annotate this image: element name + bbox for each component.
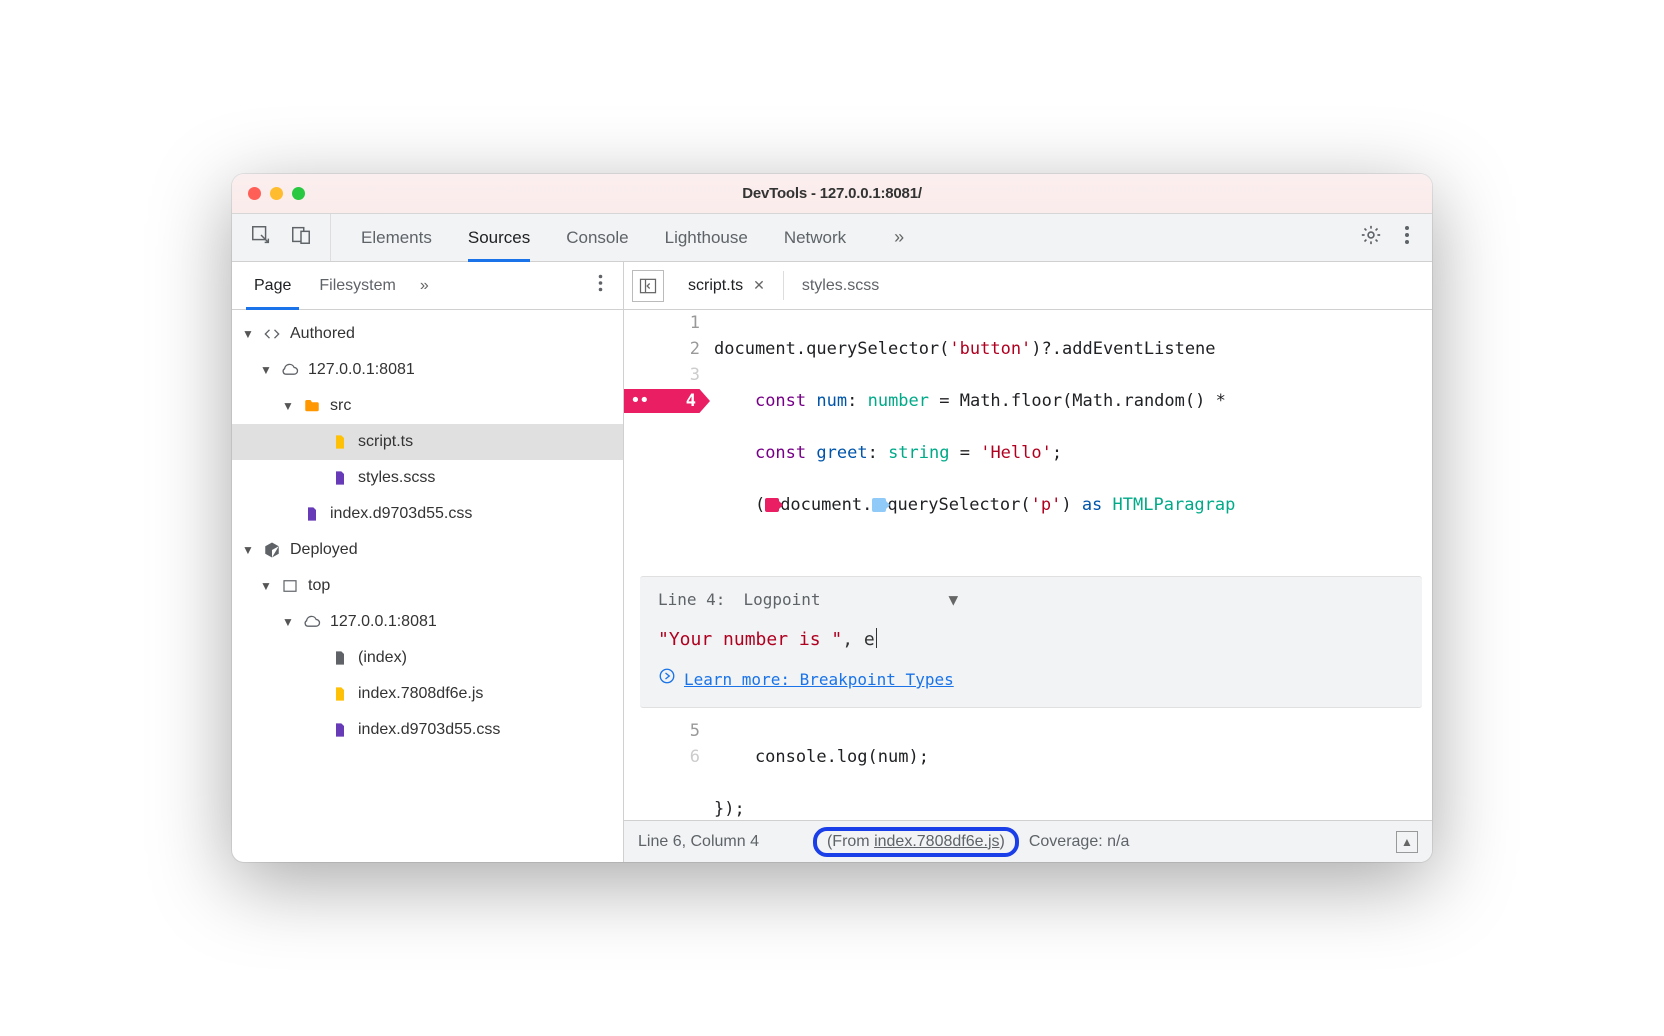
statusbar: Line 6, Column 4 (From index.7808df6e.js… <box>624 820 1432 862</box>
tree-top[interactable]: ▼ top <box>232 568 623 604</box>
caret-icon: ▼ <box>260 363 272 377</box>
file-icon <box>330 684 350 704</box>
tree-host-deployed[interactable]: ▼ 127.0.0.1:8081 <box>232 604 623 640</box>
side-tab-page[interactable]: Page <box>240 262 305 309</box>
cube-icon <box>262 540 282 560</box>
caret-icon: ▼ <box>282 615 294 629</box>
caret-icon: ▼ <box>260 579 272 593</box>
tab-network[interactable]: Network <box>784 214 846 261</box>
source-lines: document.querySelector('button')?.addEve… <box>714 310 1432 570</box>
tree-label: src <box>330 397 623 415</box>
tree-label: Deployed <box>290 541 623 559</box>
marker-icon <box>765 498 779 512</box>
file-icon <box>330 720 350 740</box>
tree-label: index.7808df6e.js <box>358 685 623 703</box>
logpoint-line-label: Line 4: <box>658 587 725 613</box>
tree-folder-src[interactable]: ▼ src <box>232 388 623 424</box>
cloud-icon <box>280 360 300 380</box>
tree-file-styles[interactable]: styles.scss <box>232 460 623 496</box>
file-tabs: script.ts ✕ styles.scss <box>624 262 1432 310</box>
devtools-window: DevTools - 127.0.0.1:8081/ Elements Sour… <box>232 174 1432 862</box>
more-side-tabs-icon[interactable]: » <box>410 277 439 295</box>
sidebar: Page Filesystem » ▼ Authored ▼ <box>232 262 624 862</box>
file-icon <box>330 468 350 488</box>
gutter[interactable]: 1 2 3 •• 4 <box>624 310 714 570</box>
logpoint-type-dropdown[interactable]: Logpoint <box>743 587 820 613</box>
side-tab-filesystem[interactable]: Filesystem <box>305 262 409 309</box>
tree-label: (index) <box>358 649 623 667</box>
breakpoint-line-4[interactable]: •• 4 <box>624 388 700 414</box>
sourcemap-origin[interactable]: (From index.7808df6e.js) <box>813 827 1019 857</box>
tree-authored[interactable]: ▼ Authored <box>232 316 623 352</box>
tree-label: 127.0.0.1:8081 <box>308 361 623 379</box>
kebab-icon[interactable] <box>1404 224 1410 251</box>
toolbar-left <box>232 214 331 261</box>
file-tab-label: styles.scss <box>802 277 879 295</box>
chevron-down-icon[interactable]: ▼ <box>949 587 959 613</box>
sourcemap-link[interactable]: index.7808df6e.js <box>874 833 999 850</box>
marker-icon <box>872 498 886 512</box>
gear-icon[interactable] <box>1360 224 1382 251</box>
editor: script.ts ✕ styles.scss 1 2 3 • <box>624 262 1432 862</box>
navigator-toggle-icon[interactable] <box>632 270 664 302</box>
cursor-position: Line 6, Column 4 <box>638 833 759 851</box>
side-kebab-icon[interactable] <box>586 274 615 297</box>
tree-deployed[interactable]: ▼ Deployed <box>232 532 623 568</box>
file-icon <box>330 432 350 452</box>
tab-console[interactable]: Console <box>566 214 628 261</box>
tree-host-authored[interactable]: ▼ 127.0.0.1:8081 <box>232 352 623 388</box>
more-tabs-icon[interactable]: » <box>894 227 904 248</box>
coverage-status: Coverage: n/a <box>1029 833 1130 851</box>
code-area[interactable]: 1 2 3 •• 4 document.querySelector('butto… <box>624 310 1432 820</box>
side-tabs: Page Filesystem » <box>232 262 623 310</box>
tree-file-index-js[interactable]: index.7808df6e.js <box>232 676 623 712</box>
tree-label: index.d9703d55.css <box>358 721 623 739</box>
caret-icon: ▼ <box>282 399 294 413</box>
logpoint-panel: Line 4: Logpoint ▼ "Your number is ", e … <box>640 576 1422 708</box>
tree-label: index.d9703d55.css <box>330 505 623 523</box>
cloud-icon <box>302 612 322 632</box>
tab-sources[interactable]: Sources <box>468 214 530 261</box>
titlebar: DevTools - 127.0.0.1:8081/ <box>232 174 1432 214</box>
file-icon <box>330 648 350 668</box>
tree-label: script.ts <box>358 433 623 451</box>
tab-elements[interactable]: Elements <box>361 214 432 261</box>
file-icon <box>302 504 322 524</box>
window-title: DevTools - 127.0.0.1:8081/ <box>232 185 1432 202</box>
tab-lighthouse[interactable]: Lighthouse <box>665 214 748 261</box>
tree-label: top <box>308 577 623 595</box>
logpoint-learn-more[interactable]: Learn more: Breakpoint Types <box>658 667 1404 693</box>
tree-file-index-css-d[interactable]: index.d9703d55.css <box>232 712 623 748</box>
logpoint-input[interactable]: "Your number is ", e <box>658 623 1404 667</box>
folder-icon <box>302 396 322 416</box>
close-icon[interactable]: ✕ <box>753 277 765 294</box>
file-tree: ▼ Authored ▼ 127.0.0.1:8081 ▼ <box>232 310 623 862</box>
tree-label: Authored <box>290 325 623 343</box>
tree-label: 127.0.0.1:8081 <box>330 613 623 631</box>
tree-file-index-css-a[interactable]: index.d9703d55.css <box>232 496 623 532</box>
device-toggle-icon[interactable] <box>290 224 312 251</box>
main-tab-list: Elements Sources Console Lighthouse Netw… <box>331 214 904 261</box>
body: Page Filesystem » ▼ Authored ▼ <box>232 262 1432 862</box>
caret-icon: ▼ <box>242 543 254 557</box>
arrow-circle-icon <box>658 667 676 693</box>
code-icon <box>262 324 282 344</box>
file-tab-other[interactable]: styles.scss <box>788 262 893 309</box>
file-tab-active[interactable]: script.ts ✕ <box>674 262 779 309</box>
tree-label: styles.scss <box>358 469 623 487</box>
main-tabs: Elements Sources Console Lighthouse Netw… <box>232 214 1432 262</box>
caret-icon: ▼ <box>242 327 254 341</box>
drawer-toggle-icon[interactable]: ▲ <box>1396 831 1418 853</box>
file-tab-label: script.ts <box>688 277 743 295</box>
inspect-icon[interactable] <box>250 224 272 251</box>
frame-icon <box>280 576 300 596</box>
toolbar-right <box>1360 224 1432 251</box>
tree-file-index[interactable]: (index) <box>232 640 623 676</box>
tree-file-script[interactable]: script.ts <box>232 424 623 460</box>
